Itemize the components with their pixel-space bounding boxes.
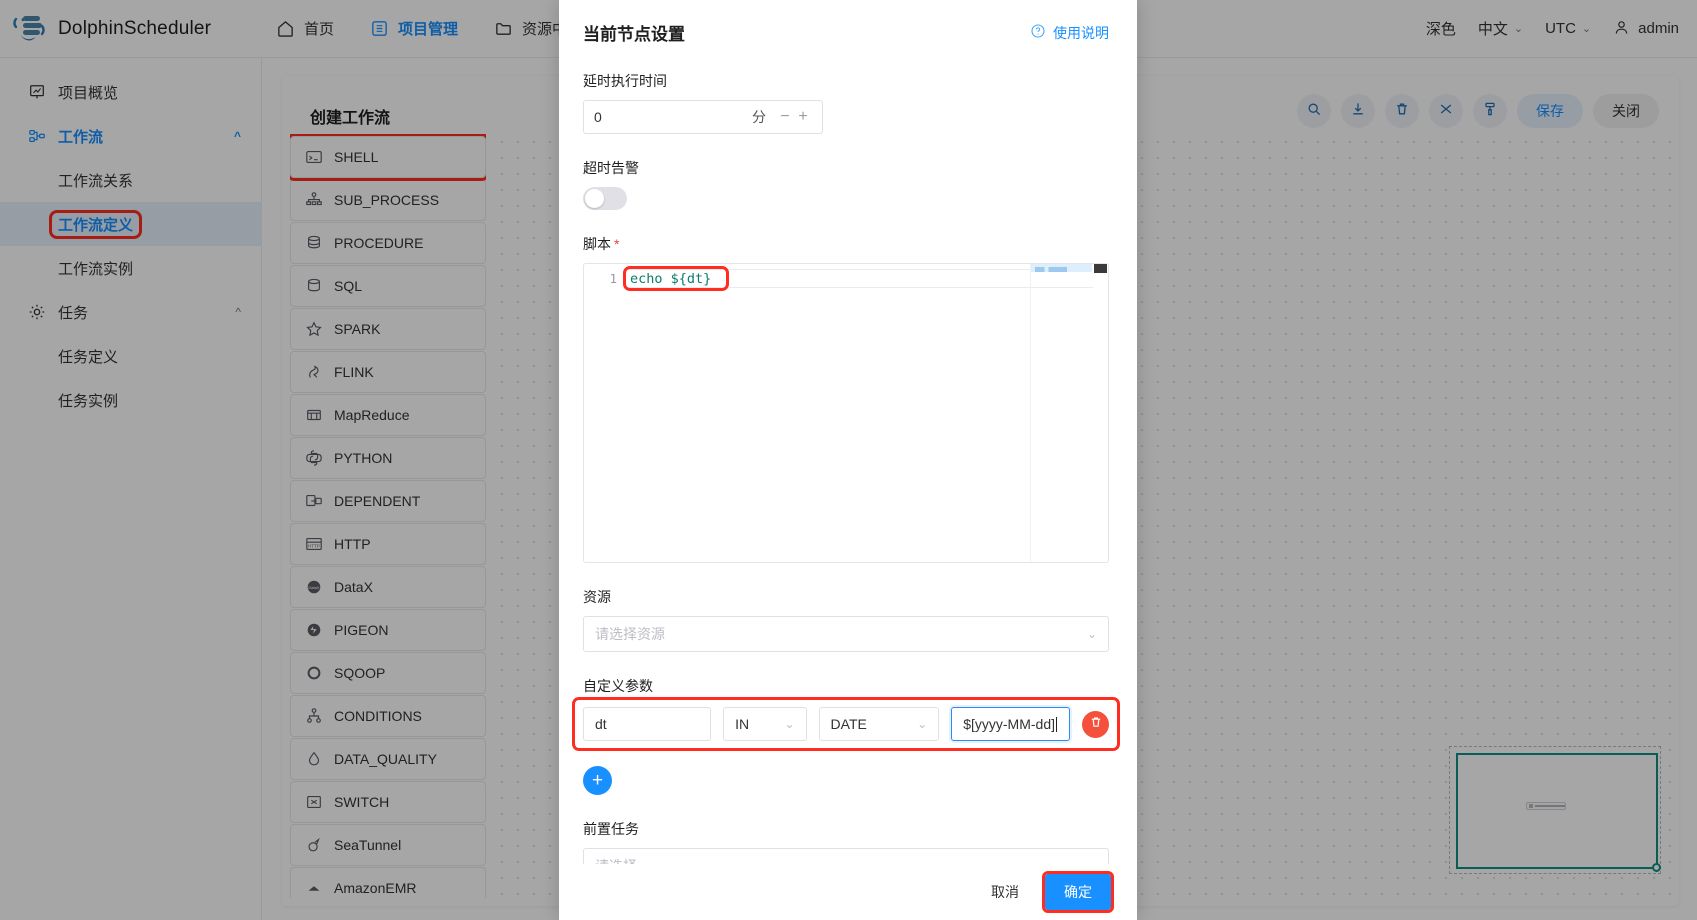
add-param-group: + [583,766,1109,795]
modal-footer: 取消 确定 [559,864,1137,920]
modal-header: 当前节点设置 使用说明 [559,0,1137,53]
param-direction-value: IN [735,716,750,732]
chevron-down-icon: ⌄ [784,717,795,731]
chevron-down-icon: ⌄ [917,717,928,731]
help-link[interactable]: 使用说明 [1030,23,1109,43]
question-circle-icon [1030,23,1046,42]
param-name-value: dt [595,716,607,732]
resource-field-group: 资源 请选择资源 ⌄ [583,587,1109,652]
param-delete-button[interactable] [1082,710,1109,738]
pre-task-label: 前置任务 [583,821,639,837]
app-root: DolphinScheduler 首页 项目管理 资源中心 深色 中文 ⌄ UT… [0,0,1697,920]
delay-field-group: 延时执行时间 0 分 − + [583,71,1109,134]
custom-params-group: 自定义参数 dt IN ⌄ DATE ⌄ $[yyyy-MM-dd] [572,676,1120,751]
param-direction-select[interactable]: IN ⌄ [723,707,807,741]
node-settings-modal: 当前节点设置 使用说明 延时执行时间 0 分 − + 超时告警 脚本 * 1 e… [559,0,1137,920]
plus-icon: + [591,770,604,791]
delay-input[interactable]: 0 分 − + [583,100,823,134]
toggle-knob [585,189,604,208]
add-param-button[interactable]: + [583,766,612,795]
trash-icon [1089,715,1103,734]
delay-value[interactable]: 0 [594,109,752,125]
delay-unit: 分 [752,109,766,125]
resource-placeholder: 请选择资源 [595,626,665,642]
custom-param-row: dt IN ⌄ DATE ⌄ $[yyyy-MM-dd] [572,697,1120,751]
text-cursor [1056,716,1057,732]
delay-label: 延时执行时间 [583,73,667,89]
editor-line-number: 1 [609,271,617,286]
delay-increment-button[interactable]: + [794,108,812,126]
editor-gutter: 1 [584,264,626,562]
param-name-input[interactable]: dt [583,707,712,741]
delay-decrement-button[interactable]: − [776,108,794,126]
cancel-button[interactable]: 取消 [981,876,1029,908]
param-value-text: $[yyyy-MM-dd] [963,716,1055,732]
required-mark: * [614,236,620,252]
script-label: 脚本 * [583,234,1109,254]
timeout-alarm-group: 超时告警 [583,158,1109,210]
resource-label: 资源 [583,589,611,605]
editor-minimap[interactable] [1030,264,1092,562]
script-label-text: 脚本 [583,236,611,252]
chevron-down-icon: ⌄ [1086,627,1097,641]
script-field-group: 脚本 * 1 echo ${dt} [583,234,1109,563]
script-editor[interactable]: 1 echo ${dt} [583,263,1109,563]
help-link-label: 使用说明 [1053,24,1109,41]
param-value-input[interactable]: $[yyyy-MM-dd] [951,707,1070,741]
editor-vertical-scrollbar[interactable] [1093,264,1108,562]
modal-title: 当前节点设置 [583,25,685,44]
modal-body: 延时执行时间 0 分 − + 超时告警 脚本 * 1 echo ${dt} 资源… [559,53,1137,920]
custom-params-label: 自定义参数 [583,678,653,694]
resource-select[interactable]: 请选择资源 ⌄ [583,616,1109,652]
param-type-select[interactable]: DATE ⌄ [818,707,940,741]
timeout-alarm-label: 超时告警 [583,160,639,176]
timeout-alarm-toggle[interactable] [583,187,627,210]
confirm-button[interactable]: 确定 [1042,871,1114,913]
param-type-value: DATE [830,716,867,732]
script-code-line[interactable]: echo ${dt} [626,271,1108,287]
